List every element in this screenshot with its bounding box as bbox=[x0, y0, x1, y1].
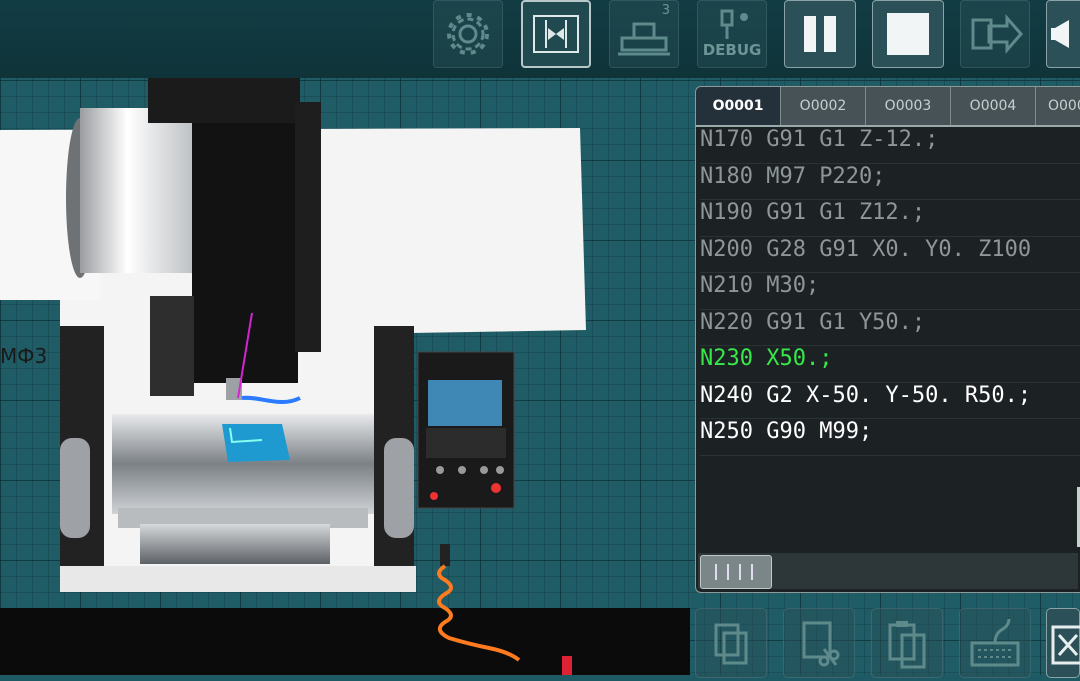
block-counter: 3 bbox=[661, 3, 670, 18]
close-icon bbox=[1051, 625, 1080, 665]
code-line[interactable]: N190 G91 G1 Z12.; bbox=[700, 200, 1080, 237]
compare-button[interactable] bbox=[521, 0, 591, 68]
arrows-in-icon bbox=[533, 15, 579, 53]
close-panel-button[interactable] bbox=[1046, 608, 1080, 678]
code-line[interactable]: N250 G90 M99; bbox=[700, 419, 1080, 456]
code-line[interactable]: N220 G91 G1 Y50.; bbox=[700, 310, 1080, 346]
program-editor: O0001 O0002 O0003 O0004 O0005 N170 G91 G… bbox=[695, 86, 1080, 593]
code-line-current[interactable]: N230 X50.; bbox=[700, 346, 1080, 383]
debug-button[interactable]: DEBUG bbox=[697, 0, 767, 68]
cut-button[interactable] bbox=[783, 608, 855, 678]
stop-button[interactable] bbox=[872, 0, 944, 68]
announce-button[interactable] bbox=[1046, 0, 1080, 68]
code-line[interactable]: N200 G28 G91 X0. Y0. Z100 bbox=[700, 237, 1080, 273]
stop-icon bbox=[887, 13, 929, 55]
export-arrow-icon bbox=[971, 14, 1023, 54]
horizontal-scrollbar[interactable] bbox=[698, 553, 1078, 589]
keyboard-button[interactable] bbox=[959, 608, 1031, 678]
code-line[interactable]: N240 G2 X-50. Y-50. R50.; bbox=[700, 383, 1080, 419]
code-line[interactable]: N170 G91 G1 Z-12.; bbox=[700, 127, 1080, 164]
megaphone-icon bbox=[1051, 20, 1069, 48]
debug-tool-icon bbox=[720, 9, 748, 39]
tab-o0005[interactable]: O0005 bbox=[1036, 87, 1080, 125]
cnc-machine-render bbox=[0, 48, 690, 678]
machine-3d-view[interactable]: МФ3 bbox=[0, 48, 690, 678]
code-line[interactable]: N180 M97 P220; bbox=[700, 164, 1080, 200]
pause-icon bbox=[804, 16, 836, 52]
copy-icon bbox=[714, 623, 748, 665]
pause-button[interactable] bbox=[784, 0, 856, 68]
keyboard-icon bbox=[970, 618, 1020, 667]
code-listing[interactable]: N170 G91 G1 Z-12.; N180 M97 P220; N190 G… bbox=[700, 127, 1080, 456]
tab-o0001[interactable]: O0001 bbox=[696, 87, 781, 125]
tab-o0002[interactable]: O0002 bbox=[781, 87, 866, 125]
settings-button[interactable] bbox=[433, 0, 503, 68]
top-toolbar: 3 DEBUG bbox=[0, 0, 1080, 78]
scroll-thumb[interactable] bbox=[700, 555, 772, 589]
cut-icon bbox=[802, 621, 840, 667]
single-block-button[interactable]: 3 bbox=[609, 0, 679, 68]
debug-label: DEBUG bbox=[702, 41, 762, 59]
machine-model-label: МФ3 bbox=[0, 344, 48, 368]
export-button[interactable] bbox=[960, 0, 1030, 68]
code-line[interactable]: N210 M30; bbox=[700, 273, 1080, 310]
paste-button[interactable] bbox=[871, 608, 943, 678]
gear-icon bbox=[447, 13, 489, 55]
copy-button[interactable] bbox=[695, 608, 767, 678]
tab-o0004[interactable]: O0004 bbox=[951, 87, 1036, 125]
paste-icon bbox=[888, 621, 926, 669]
program-tabs: O0001 O0002 O0003 O0004 O0005 bbox=[696, 87, 1080, 127]
tab-o0003[interactable]: O0003 bbox=[866, 87, 951, 125]
